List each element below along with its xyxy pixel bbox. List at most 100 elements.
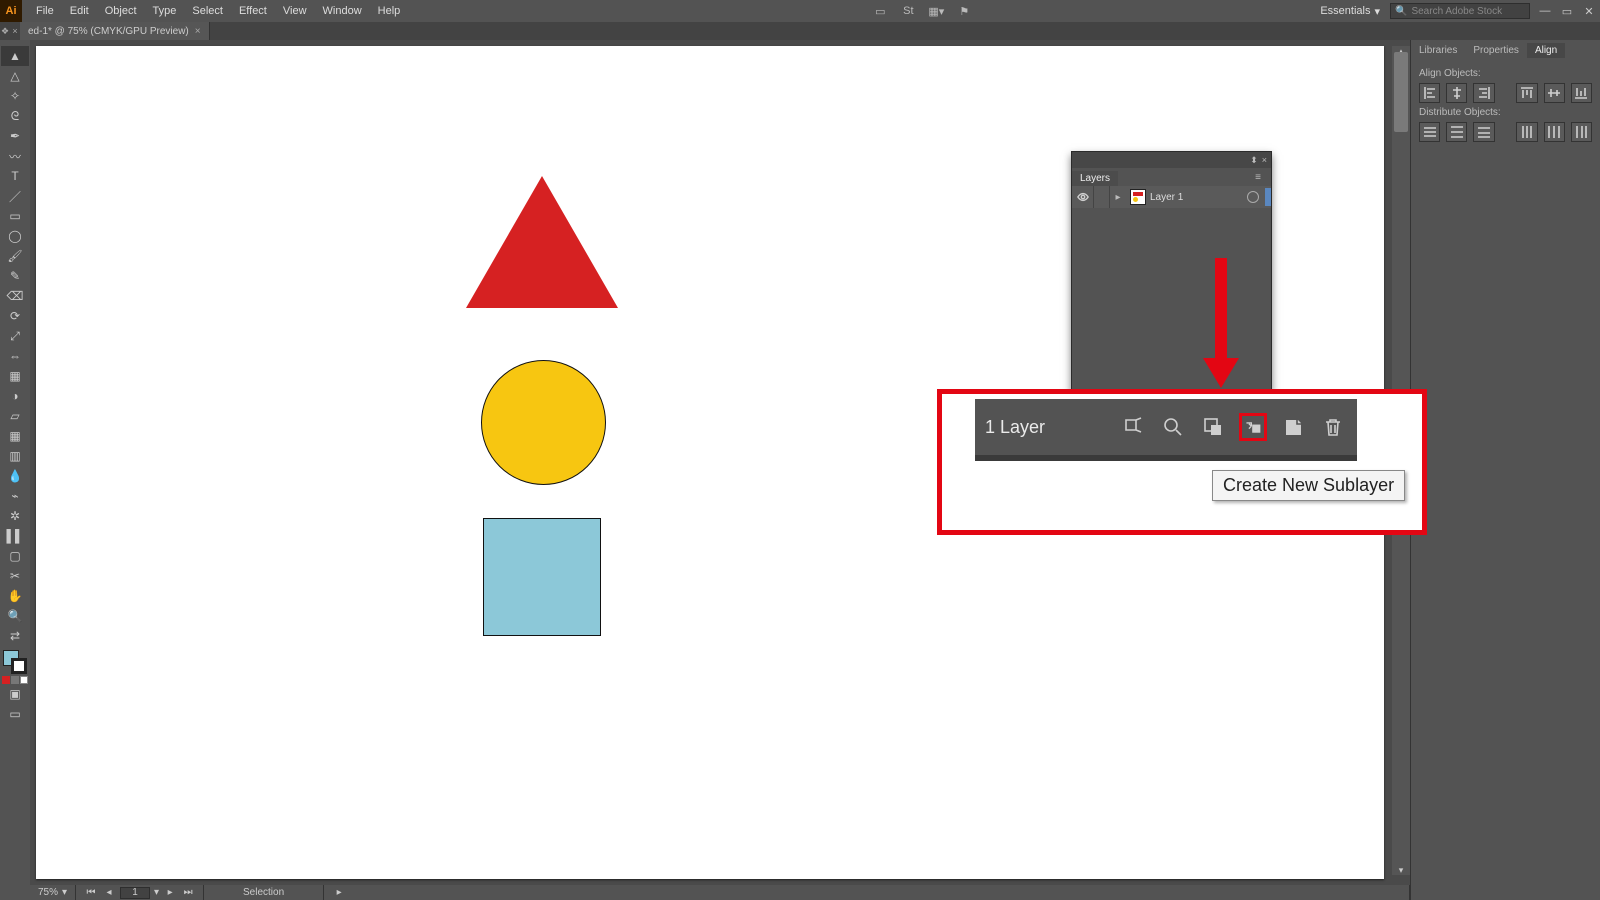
prev-artboard-button[interactable]: ◂ (102, 887, 116, 898)
curvature-tool[interactable]: 〰 (1, 146, 29, 166)
menu-type[interactable]: Type (145, 5, 185, 17)
menu-object[interactable]: Object (97, 5, 145, 17)
shape-builder-tool[interactable]: ◑ (1, 386, 29, 406)
collapse-icon[interactable]: ⬍ (1250, 155, 1258, 166)
window-min-button[interactable]: — (1534, 0, 1556, 22)
toggle-fill-stroke[interactable]: ⇄ (1, 626, 29, 646)
fill-stroke-swatch[interactable] (3, 650, 27, 674)
align-hcenter-button[interactable] (1446, 83, 1467, 103)
gpu-icon[interactable]: ⚑ (952, 2, 976, 20)
align-bottom-button[interactable] (1571, 83, 1592, 103)
menu-view[interactable]: View (275, 5, 315, 17)
stock-icon[interactable]: St (896, 2, 920, 20)
arrange-icon[interactable]: ▦▾ (924, 2, 948, 20)
pencil-tool[interactable]: ✎ (1, 266, 29, 286)
draw-mode-normal[interactable]: ▣ (1, 684, 29, 704)
eraser-tool[interactable]: ⌫ (1, 286, 29, 306)
lasso-tool[interactable]: ᘓ (1, 106, 29, 126)
slice-tool[interactable]: ✂ (1, 566, 29, 586)
target-icon[interactable] (1247, 191, 1259, 203)
visibility-toggle[interactable] (1072, 186, 1094, 208)
expand-layer-icon[interactable]: ▸ (1110, 192, 1126, 203)
rectangle-tool[interactable]: ▭ (1, 206, 29, 226)
column-graph-tool[interactable]: ▌▌ (1, 526, 29, 546)
artboard-number-input[interactable]: 1 (120, 887, 150, 899)
distribute-bottom-button[interactable] (1473, 122, 1494, 142)
workspace-label: Essentials (1320, 5, 1370, 17)
vertical-scrollbar[interactable]: ▴ ▾ (1392, 46, 1410, 875)
align-right-button[interactable] (1473, 83, 1494, 103)
eyedropper-tool[interactable]: 💧 (1, 466, 29, 486)
layers-panel[interactable]: ⬍ × Layers ≡ ▸ Layer 1 (1071, 151, 1272, 391)
doc-icon[interactable]: ▭ (868, 2, 892, 20)
distribute-left-button[interactable] (1516, 122, 1537, 142)
tab-pin-icon[interactable]: ❖ (0, 22, 10, 40)
pen-tool[interactable]: ✒ (1, 126, 29, 146)
gradient-tool[interactable]: ▥ (1, 446, 29, 466)
menu-help[interactable]: Help (370, 5, 409, 17)
menu-file[interactable]: File (28, 5, 62, 17)
zoom-tool[interactable]: 🔍 (1, 606, 29, 626)
align-top-button[interactable] (1516, 83, 1537, 103)
align-objects-label: Align Objects: (1419, 68, 1592, 79)
magic-wand-tool[interactable]: ✧ (1, 86, 29, 106)
close-icon[interactable]: × (1262, 155, 1267, 165)
layer-thumbnail (1130, 189, 1146, 205)
last-artboard-button[interactable]: ⏭ (181, 887, 195, 898)
width-tool[interactable]: ⇔ (1, 346, 29, 366)
tab-align[interactable]: Align (1527, 43, 1565, 58)
distribute-hcenter-button[interactable] (1544, 122, 1565, 142)
selection-tool[interactable]: ▲ (1, 46, 29, 66)
layers-panel-header[interactable]: ⬍ × (1072, 152, 1271, 168)
distribute-vcenter-button[interactable] (1446, 122, 1467, 142)
symbol-sprayer-tool[interactable]: ✲ (1, 506, 29, 526)
app-icon: Ai (0, 0, 22, 22)
canvas-square-shape[interactable] (483, 518, 601, 636)
lock-toggle[interactable] (1094, 186, 1110, 208)
align-vcenter-button[interactable] (1544, 83, 1565, 103)
panel-menu-icon[interactable]: ≡ (1249, 172, 1267, 186)
align-left-button[interactable] (1419, 83, 1440, 103)
screen-mode[interactable]: ▭ (1, 704, 29, 724)
direct-selection-tool[interactable]: △ (1, 66, 29, 86)
paintbrush-tool[interactable]: 🖌 (1, 246, 29, 266)
distribute-right-button[interactable] (1571, 122, 1592, 142)
close-icon[interactable]: × (195, 26, 201, 37)
menu-select[interactable]: Select (184, 5, 231, 17)
workspace-switcher[interactable]: Essentials ▾ (1314, 5, 1386, 18)
menu-window[interactable]: Window (315, 5, 370, 17)
layers-tab[interactable]: Layers (1072, 171, 1118, 186)
canvas-triangle-shape[interactable] (466, 176, 618, 308)
free-transform-tool[interactable]: ▦ (1, 366, 29, 386)
document-tab[interactable]: ed-1* @ 75% (CMYK/GPU Preview) × (20, 22, 210, 40)
next-artboard-button[interactable]: ▸ (163, 887, 177, 898)
tab-libraries[interactable]: Libraries (1411, 43, 1465, 58)
canvas-circle-shape[interactable] (481, 360, 606, 485)
artboard-tool[interactable]: ▢ (1, 546, 29, 566)
menu-edit[interactable]: Edit (62, 5, 97, 17)
menu-effect[interactable]: Effect (231, 5, 275, 17)
line-tool[interactable]: ／ (1, 186, 29, 206)
color-mode-row[interactable] (2, 676, 28, 684)
layer-row[interactable]: ▸ Layer 1 (1072, 186, 1271, 208)
blend-tool[interactable]: ⌁ (1, 486, 29, 506)
first-artboard-button[interactable]: ⏮ (84, 887, 98, 898)
ellipse-tool[interactable]: ◯ (1, 226, 29, 246)
scale-tool[interactable]: ⤢ (1, 326, 29, 346)
status-menu-icon[interactable]: ▸ (332, 887, 346, 898)
perspective-tool[interactable]: ▱ (1, 406, 29, 426)
zoom-readout[interactable]: 75% ▾ (30, 885, 76, 900)
type-tool[interactable]: T (1, 166, 29, 186)
tab-close-pin-icon[interactable]: × (10, 22, 20, 40)
scroll-thumb[interactable] (1394, 52, 1408, 132)
scroll-down-icon[interactable]: ▾ (1392, 863, 1410, 877)
window-close-button[interactable]: ✕ (1578, 0, 1600, 22)
search-stock[interactable]: 🔍 Search Adobe Stock (1390, 3, 1530, 19)
tab-properties[interactable]: Properties (1465, 43, 1527, 58)
mesh-tool[interactable]: ▦ (1, 426, 29, 446)
distribute-top-button[interactable] (1419, 122, 1440, 142)
layer-name[interactable]: Layer 1 (1150, 192, 1247, 203)
window-max-button[interactable]: ▭ (1556, 0, 1578, 22)
rotate-tool[interactable]: ⟳ (1, 306, 29, 326)
hand-tool[interactable]: ✋ (1, 586, 29, 606)
